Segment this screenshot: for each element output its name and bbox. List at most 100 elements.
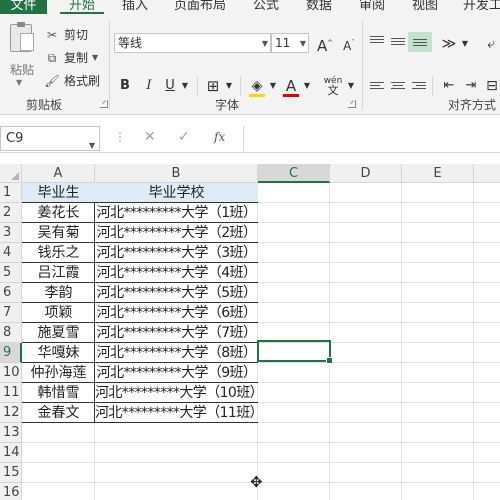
- font-color-button[interactable]: A: [282, 76, 300, 97]
- row-header-2[interactable]: 2: [0, 203, 22, 223]
- align-left-icon[interactable]: [370, 82, 384, 94]
- row-header-1[interactable]: 1: [0, 183, 22, 203]
- tab-page-layout[interactable]: 页面布局: [174, 0, 226, 14]
- wrap-text-icon[interactable]: ⤶: [482, 34, 500, 54]
- fill-color-button[interactable]: ◈: [248, 76, 266, 97]
- decrease-indent-icon[interactable]: ⇤: [440, 76, 458, 96]
- chevron-down-icon[interactable]: ▼: [460, 34, 470, 54]
- increase-indent-icon[interactable]: ⇥: [462, 76, 480, 96]
- cell-b12[interactable]: 河北*********大学（11班）: [95, 403, 264, 423]
- align-bottom-icon: [413, 39, 427, 51]
- chevron-down-icon[interactable]: ▼: [346, 76, 356, 96]
- row-header-11[interactable]: 11: [0, 383, 22, 403]
- column-header-b[interactable]: B: [95, 164, 258, 183]
- clipboard-launcher-icon[interactable]: [100, 100, 108, 108]
- tab-formulas[interactable]: 公式: [253, 0, 279, 14]
- row-header-16[interactable]: 16: [0, 483, 22, 500]
- chevron-down-icon[interactable]: ▼: [268, 76, 278, 96]
- row-header-3[interactable]: 3: [0, 223, 22, 243]
- tab-file[interactable]: 文件: [0, 0, 47, 14]
- paste-button[interactable]: 粘贴 ▼: [2, 14, 38, 90]
- cell-b2[interactable]: 河北*********大学（1班）: [95, 203, 258, 223]
- cell-a6[interactable]: 李韵: [22, 283, 95, 303]
- tab-review[interactable]: 审阅: [359, 0, 385, 14]
- cell-a4[interactable]: 钱乐之: [22, 243, 95, 263]
- cell-a3[interactable]: 吴有菊: [22, 223, 95, 243]
- row-header-15[interactable]: 15: [0, 463, 22, 483]
- cell-b1[interactable]: 毕业学校: [95, 183, 258, 203]
- enter-icon[interactable]: ✓: [178, 129, 190, 145]
- phonetic-guide-button[interactable]: wén 文: [322, 76, 344, 96]
- cell-a7[interactable]: 项颖: [22, 303, 95, 323]
- font-launcher-icon[interactable]: [348, 100, 356, 108]
- row-header-12[interactable]: 12: [0, 403, 22, 423]
- cell-a2[interactable]: 姜花长: [22, 203, 95, 223]
- select-all-button[interactable]: [0, 164, 22, 183]
- cell-a9[interactable]: 华嘎妹: [22, 343, 95, 363]
- tab-developer[interactable]: 开发工: [463, 0, 500, 14]
- tab-data[interactable]: 数据: [306, 0, 332, 14]
- cell-b8[interactable]: 河北*********大学（7班）: [95, 323, 258, 343]
- row-header-14[interactable]: 14: [0, 443, 22, 463]
- cell-a1[interactable]: 毕业生: [22, 183, 95, 203]
- row-header-7[interactable]: 7: [0, 303, 22, 323]
- row-header-5[interactable]: 5: [0, 263, 22, 283]
- chevron-down-icon[interactable]: ▼: [180, 76, 190, 96]
- cell-b7[interactable]: 河北*********大学（6班）: [95, 303, 258, 323]
- orientation-icon[interactable]: ≫: [440, 34, 458, 54]
- bold-button[interactable]: B: [117, 76, 133, 96]
- merge-center-icon[interactable]: ⊟: [484, 76, 500, 96]
- name-box[interactable]: C9 ▼: [0, 126, 100, 151]
- borders-icon[interactable]: ⊞: [204, 76, 222, 96]
- cell-a8[interactable]: 施夏雪: [22, 323, 95, 343]
- align-middle-icon[interactable]: [391, 38, 405, 50]
- format-painter-button[interactable]: 🖌 格式刷: [44, 72, 100, 89]
- column-header-e[interactable]: E: [402, 164, 474, 183]
- tab-view[interactable]: 视图: [412, 0, 438, 14]
- cell-b6[interactable]: 河北*********大学（5班）: [95, 283, 258, 303]
- row-header-8[interactable]: 8: [0, 323, 22, 343]
- decrease-font-size-button[interactable]: Aˇ: [341, 33, 357, 53]
- align-right-icon[interactable]: [412, 82, 426, 94]
- more-icon[interactable]: ⋮: [114, 130, 126, 144]
- chevron-down-icon[interactable]: ▼: [224, 76, 234, 96]
- cell-b9[interactable]: 河北*********大学（8班）: [95, 343, 258, 363]
- chevron-down-icon[interactable]: ▼: [302, 76, 312, 96]
- cell-b5[interactable]: 河北*********大学（4班）: [95, 263, 258, 283]
- cut-button[interactable]: ✂ 剪切: [44, 26, 88, 43]
- cell-b3[interactable]: 河北*********大学（2班）: [95, 223, 258, 243]
- column-header-a[interactable]: A: [22, 164, 95, 183]
- divider: [240, 76, 241, 96]
- cancel-icon[interactable]: ✕: [144, 129, 156, 145]
- formula-input[interactable]: [243, 126, 500, 151]
- tab-insert[interactable]: 插入: [122, 0, 148, 14]
- column-header-c[interactable]: C: [258, 164, 330, 183]
- row-header-10[interactable]: 10: [0, 363, 22, 383]
- row-header-13[interactable]: 13: [0, 423, 22, 443]
- italic-button[interactable]: I: [141, 76, 157, 96]
- cell-a5[interactable]: 吕江霞: [22, 263, 95, 283]
- align-bottom-button[interactable]: [408, 32, 432, 52]
- font-name-select[interactable]: 等线 ▼: [114, 33, 271, 53]
- font-size-select[interactable]: 11 ▼: [271, 33, 309, 53]
- cell-a10[interactable]: 仲孙海莲: [22, 363, 95, 383]
- chevron-down-icon: ▼: [261, 39, 268, 48]
- align-top-icon[interactable]: [370, 36, 384, 48]
- row-header-4[interactable]: 4: [0, 243, 22, 263]
- align-center-icon[interactable]: [391, 82, 405, 94]
- increase-font-size-button[interactable]: A^: [317, 33, 333, 55]
- cell-a11[interactable]: 韩惜雪: [22, 383, 95, 403]
- row-header-9[interactable]: 9: [0, 343, 22, 363]
- copy-button[interactable]: ⧉ 复制 ▼: [44, 49, 98, 66]
- cell-a12[interactable]: 金春文: [22, 403, 95, 423]
- active-cell-c9[interactable]: [257, 340, 333, 364]
- cell-b10[interactable]: 河北*********大学（9班）: [95, 363, 258, 383]
- insert-function-button[interactable]: fx: [214, 130, 225, 144]
- column-header-d[interactable]: D: [330, 164, 402, 183]
- cell-b4[interactable]: 河北*********大学（3班）: [95, 243, 258, 263]
- underline-button[interactable]: U: [162, 76, 178, 96]
- spreadsheet-grid[interactable]: A B C D E 1 2 3 4 5 6 7 8 9 10 11 12 13 14 15 16 毕业生 毕业…: [0, 164, 500, 500]
- row-header-6[interactable]: 6: [0, 283, 22, 303]
- cell-b11[interactable]: 河北*********大学（10班）: [95, 383, 264, 403]
- column-header-f[interactable]: [474, 164, 500, 183]
